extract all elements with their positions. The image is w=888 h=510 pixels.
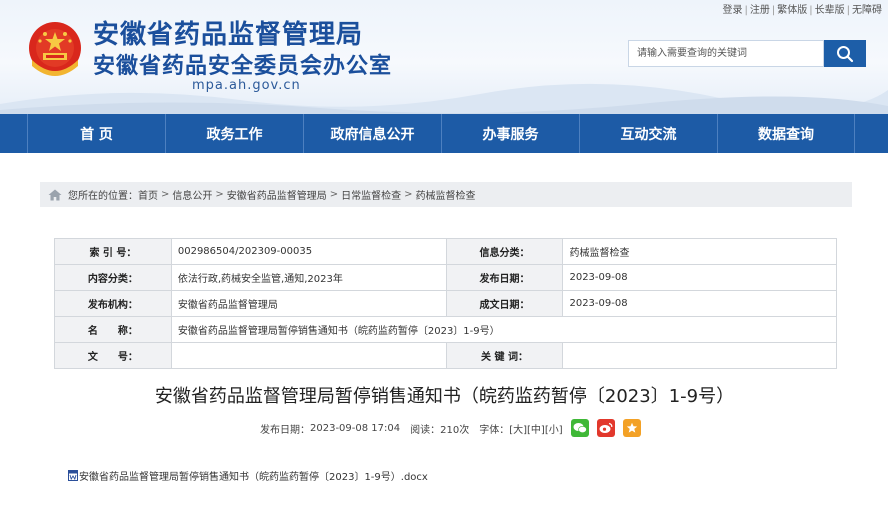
register-link[interactable]: 注册	[750, 5, 770, 16]
article-meta: 发布日期： 2023-09-08 17:04 阅读： 210次 字体： [大] …	[260, 419, 641, 437]
elder-version-link[interactable]: 长辈版	[815, 5, 845, 16]
publish-date: 2023-09-08 17:04	[310, 422, 401, 434]
index-number-label: 索 引 号：	[54, 238, 172, 265]
favorite-icon[interactable]	[622, 419, 641, 437]
wechat-icon[interactable]	[570, 419, 589, 437]
site-domain: mpa.ah.gov.cn	[192, 78, 301, 93]
publish-date-label: 发布日期：	[445, 264, 564, 291]
written-date-value: 2023-09-08	[562, 290, 837, 317]
doc-number-label: 文 号：	[54, 342, 172, 369]
attachment-link[interactable]: 安徽省药品监督管理局暂停销售通知书（皖药监药暂停〔2023〕1-9号）.docx	[68, 468, 428, 483]
divider: |	[744, 5, 748, 16]
search-box	[628, 40, 866, 67]
publish-date-value: 2023-09-08	[562, 264, 837, 291]
national-emblem-icon	[29, 22, 81, 76]
content-area: 您所在的位置： 首页 > 信息公开 > 安徽省药品监督管理局 > 日常监督检查 …	[26, 167, 863, 510]
breadcrumb-separator: >	[215, 189, 224, 200]
name-value: 安徽省药品监督管理局暂停销售通知书（皖药监药暂停〔2023〕1-9号）	[170, 316, 838, 343]
doc-number-value	[170, 342, 447, 369]
traditional-chinese-link[interactable]: 繁体版	[777, 5, 807, 16]
breadcrumb-item-drug-inspection[interactable]: 药械监督检查	[416, 187, 476, 202]
search-icon	[837, 45, 854, 62]
breadcrumb-prefix: 您所在的位置：	[68, 191, 138, 202]
divider: |	[771, 5, 776, 16]
breadcrumb-separator: >	[329, 189, 339, 200]
font-small-button[interactable]: [小]	[545, 421, 563, 436]
views-label: 阅读：	[410, 424, 441, 436]
keywords-value	[562, 342, 837, 369]
written-date-label: 成文日期：	[445, 290, 564, 317]
keywords-label: 关 键 词：	[445, 342, 564, 369]
publisher-value: 安徽省药品监督管理局	[170, 290, 447, 317]
publisher-label: 发布机构：	[54, 290, 172, 317]
nav-services[interactable]: 办事服务	[441, 114, 579, 153]
view-count: 210次	[440, 424, 470, 436]
nav-government-affairs[interactable]: 政务工作	[165, 114, 303, 153]
breadcrumb-separator: >	[161, 189, 170, 200]
table-row: 内容分类： 依法行政,药械安全监管,通知,2023年 发布日期： 2023-09…	[54, 264, 837, 291]
nav-home[interactable]: 首 页	[27, 114, 165, 153]
table-row: 发布机构： 安徽省药品监督管理局 成文日期： 2023-09-08	[54, 290, 837, 317]
site-title: 安徽省药品监督管理局	[93, 20, 364, 50]
login-link[interactable]: 登录	[723, 5, 743, 16]
info-table: 索 引 号： 002986504/202309-00035 信息分类： 药械监督…	[54, 238, 838, 369]
index-number-value: 002986504/202309-00035	[170, 238, 447, 265]
top-links: 登录 | 注册 | 繁体版 | 长辈版 | 无障碍	[723, 1, 883, 16]
search-input[interactable]	[628, 40, 824, 67]
table-row: 名 称： 安徽省药品监督管理局暂停销售通知书（皖药监药暂停〔2023〕1-9号）	[54, 316, 838, 343]
header-background-hills	[0, 83, 888, 114]
breadcrumb-item-info[interactable]: 信息公开	[172, 187, 212, 202]
nav-info-disclosure[interactable]: 政府信息公开	[303, 114, 441, 153]
home-icon	[48, 189, 62, 200]
site-header: 安徽省药品监督管理局 安徽省药品安全委员会办公室 mpa.ah.gov.cn 登…	[0, 0, 888, 114]
font-large-button[interactable]: [大]	[509, 421, 527, 436]
content-type-value: 依法行政,药械安全监管,通知,2023年	[170, 264, 447, 291]
attachment-filename[interactable]: 安徽省药品监督管理局暂停销售通知书（皖药监药暂停〔2023〕1-9号）.docx	[79, 468, 428, 483]
font-medium-button[interactable]: [中]	[527, 421, 545, 436]
category-value: 药械监督检查	[562, 238, 837, 265]
table-row: 索 引 号： 002986504/202309-00035 信息分类： 药械监督…	[54, 238, 837, 265]
nav-interaction[interactable]: 互动交流	[579, 114, 717, 153]
breadcrumb-separator: >	[404, 189, 413, 200]
category-label: 信息分类：	[445, 238, 564, 265]
content-type-label: 内容分类：	[54, 264, 172, 291]
accessibility-link[interactable]: 无障碍	[852, 5, 882, 16]
breadcrumb-item-bureau[interactable]: 安徽省药品监督管理局	[227, 187, 327, 202]
main-nav: 首 页 政务工作 政府信息公开 办事服务 互动交流 数据查询	[0, 114, 888, 153]
name-label: 名 称：	[54, 316, 172, 343]
table-row: 文 号： 关 键 词：	[54, 342, 837, 369]
publish-date-label: 发布日期：	[260, 424, 310, 436]
breadcrumb-item-inspection[interactable]: 日常监督检查	[341, 187, 401, 202]
breadcrumb: 您所在的位置： 首页 > 信息公开 > 安徽省药品监督管理局 > 日常监督检查 …	[40, 182, 852, 207]
divider: |	[809, 5, 813, 16]
word-document-icon	[68, 470, 78, 481]
weibo-icon[interactable]	[596, 419, 615, 437]
site-subtitle: 安徽省药品安全委员会办公室	[93, 54, 393, 79]
search-button[interactable]	[824, 40, 866, 67]
divider: |	[846, 5, 850, 16]
font-size-label: 字体：	[479, 424, 510, 436]
breadcrumb-item-home[interactable]: 首页	[138, 187, 158, 202]
article-title: 安徽省药品监督管理局暂停销售通知书（皖药监药暂停〔2023〕1-9号）	[154, 386, 735, 407]
nav-data-query[interactable]: 数据查询	[717, 114, 855, 153]
